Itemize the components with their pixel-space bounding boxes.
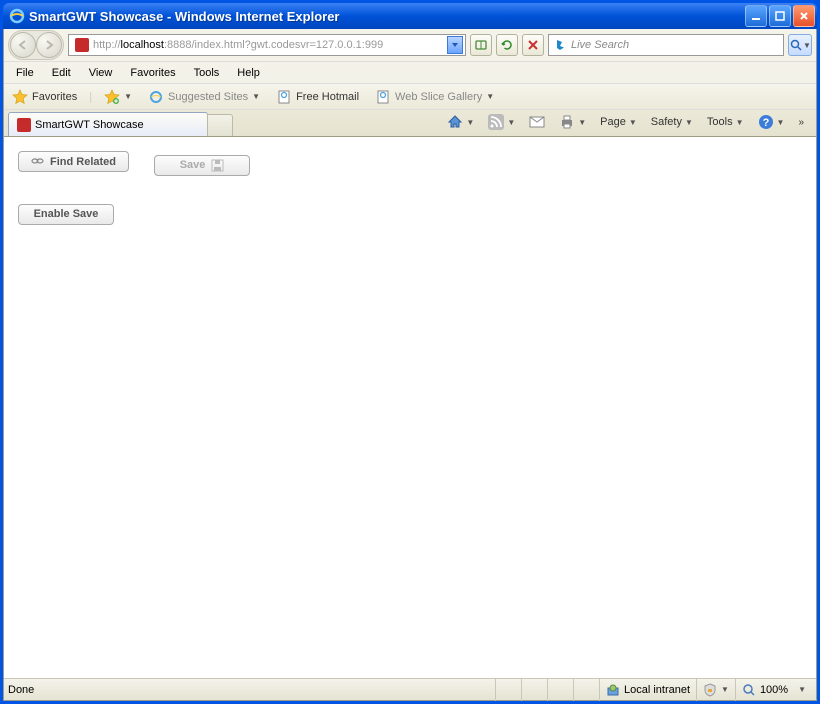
url-dropdown[interactable] bbox=[447, 36, 463, 54]
minimize-button[interactable] bbox=[745, 5, 767, 27]
search-button[interactable]: ▼ bbox=[788, 34, 812, 56]
tools-menu[interactable]: Tools▼ bbox=[703, 114, 748, 130]
more-chevron[interactable]: » bbox=[794, 115, 808, 130]
star-add-icon bbox=[104, 89, 120, 105]
forward-button[interactable] bbox=[36, 32, 62, 58]
protected-mode[interactable]: ▼ bbox=[696, 679, 735, 701]
menu-file[interactable]: File bbox=[8, 64, 42, 82]
ie-icon bbox=[9, 8, 25, 24]
bing-icon bbox=[553, 38, 567, 52]
status-cell bbox=[573, 679, 599, 701]
help-button[interactable]: ?▼ bbox=[754, 112, 789, 132]
maximize-button[interactable] bbox=[769, 5, 791, 27]
window-title: SmartGWT Showcase - Windows Internet Exp… bbox=[29, 9, 745, 24]
save-button[interactable]: Save bbox=[154, 155, 250, 176]
menu-edit[interactable]: Edit bbox=[44, 64, 79, 82]
page-icon bbox=[276, 89, 292, 105]
search-placeholder: Live Search bbox=[571, 39, 629, 51]
menu-view[interactable]: View bbox=[81, 64, 121, 82]
stop-button[interactable] bbox=[522, 34, 544, 56]
address-bar[interactable]: http://localhost:8888/index.html?gwt.cod… bbox=[68, 34, 466, 56]
status-cell bbox=[547, 679, 573, 701]
compat-button[interactable] bbox=[470, 34, 492, 56]
favorites-button[interactable]: Favorites bbox=[8, 87, 81, 107]
status-cell bbox=[521, 679, 547, 701]
page-menu[interactable]: Page▼ bbox=[596, 114, 641, 130]
ie-small-icon bbox=[148, 89, 164, 105]
zone-icon bbox=[606, 683, 620, 697]
shield-lock-icon bbox=[703, 683, 717, 697]
find-related-button[interactable]: Find Related bbox=[18, 151, 129, 172]
free-hotmail-button[interactable]: Free Hotmail bbox=[272, 87, 363, 107]
home-icon bbox=[447, 114, 463, 130]
page-content: Find Related Save Enable Save bbox=[4, 137, 816, 678]
url-text: http://localhost:8888/index.html?gwt.cod… bbox=[93, 39, 447, 51]
close-button[interactable] bbox=[793, 5, 815, 27]
new-tab-button[interactable] bbox=[207, 114, 233, 136]
nav-toolbar: http://localhost:8888/index.html?gwt.cod… bbox=[4, 29, 816, 61]
search-box[interactable]: Live Search bbox=[548, 34, 784, 56]
security-zone[interactable]: Local intranet bbox=[599, 679, 696, 701]
status-text: Done bbox=[8, 684, 495, 696]
print-icon bbox=[559, 114, 575, 130]
home-button[interactable]: ▼ bbox=[443, 112, 478, 132]
menu-bar: File Edit View Favorites Tools Help bbox=[4, 61, 816, 83]
status-bar: Done Local intranet ▼ 100% ▼ bbox=[4, 678, 816, 700]
web-slice-button[interactable]: Web Slice Gallery ▼ bbox=[371, 87, 498, 107]
mail-icon bbox=[529, 115, 545, 129]
back-button[interactable] bbox=[10, 32, 36, 58]
site-icon bbox=[17, 118, 31, 132]
help-icon: ? bbox=[758, 114, 774, 130]
tab-title: SmartGWT Showcase bbox=[35, 119, 144, 131]
enable-save-button[interactable]: Enable Save bbox=[18, 204, 114, 225]
print-button[interactable]: ▼ bbox=[555, 112, 590, 132]
rss-icon bbox=[488, 114, 504, 130]
star-icon bbox=[12, 89, 28, 105]
menu-help[interactable]: Help bbox=[229, 64, 268, 82]
status-cell bbox=[495, 679, 521, 701]
safety-menu[interactable]: Safety▼ bbox=[647, 114, 697, 130]
favorites-bar: Favorites | ▼ Suggested Sites ▼ Free Hot… bbox=[4, 83, 816, 109]
zoom-icon bbox=[742, 683, 756, 697]
suggested-sites-button[interactable]: Suggested Sites ▼ bbox=[144, 87, 264, 107]
save-icon bbox=[211, 159, 224, 172]
add-favorite-button[interactable]: ▼ bbox=[100, 87, 136, 107]
tab-bar: SmartGWT Showcase ▼ ▼ ▼ Page▼ Safety▼ To… bbox=[4, 109, 816, 137]
tab-smartgwt[interactable]: SmartGWT Showcase bbox=[8, 112, 208, 136]
menu-tools[interactable]: Tools bbox=[186, 64, 228, 82]
link-icon bbox=[31, 155, 44, 168]
zoom-control[interactable]: 100% ▼ bbox=[735, 679, 812, 701]
feeds-button[interactable]: ▼ bbox=[484, 112, 519, 132]
refresh-button[interactable] bbox=[496, 34, 518, 56]
svg-text:?: ? bbox=[762, 117, 769, 129]
read-mail-button[interactable] bbox=[525, 113, 549, 131]
menu-favorites[interactable]: Favorites bbox=[122, 64, 183, 82]
titlebar: SmartGWT Showcase - Windows Internet Exp… bbox=[3, 3, 817, 29]
site-icon bbox=[75, 38, 89, 52]
page-icon bbox=[375, 89, 391, 105]
